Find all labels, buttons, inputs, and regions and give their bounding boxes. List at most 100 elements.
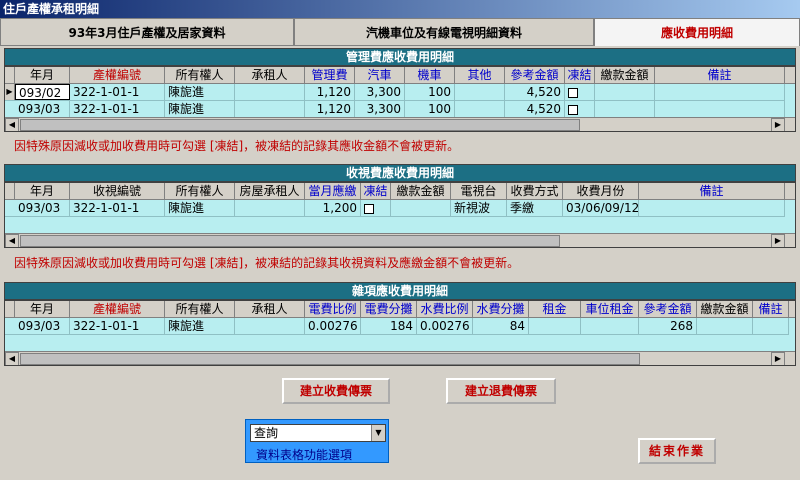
row-selector-header: [5, 67, 15, 84]
cell-paid[interactable]: [595, 101, 655, 117]
cell-months[interactable]: 03/06/09/12: [563, 200, 639, 216]
cell-prent[interactable]: [581, 318, 639, 334]
cell-car[interactable]: 3,300: [355, 84, 405, 100]
cell-owner[interactable]: 陳旎進: [165, 101, 235, 117]
col-header-car: 汽車: [355, 67, 405, 84]
cell-memo[interactable]: [655, 101, 785, 117]
cell-id[interactable]: 322-1-01-1: [70, 101, 165, 117]
col-header-wratio: 水費比例: [417, 301, 473, 318]
col-header-paid: 繳款金額: [595, 67, 655, 84]
cell-memo[interactable]: [639, 200, 785, 216]
col-header-due: 當月應繳: [305, 183, 361, 200]
col-header-ym: 年月: [15, 183, 70, 200]
scroll-right-icon[interactable]: ▶: [771, 352, 785, 365]
cell-id[interactable]: 322-1-01-1: [70, 318, 165, 334]
scroll-right-icon[interactable]: ▶: [771, 234, 785, 247]
scroll-thumb[interactable]: [20, 119, 580, 131]
col-header-eratio: 電費比例: [305, 301, 361, 318]
vscroll-top[interactable]: [785, 183, 795, 200]
cell-memo[interactable]: [753, 318, 789, 334]
col-header-id: 收視編號: [70, 183, 165, 200]
cell-due[interactable]: 1,200: [305, 200, 361, 216]
tv-grid[interactable]: 年月 收視編號 所有權人 房屋承租人 當月應繳 凍結 繳款金額 電視台 收費方式…: [4, 182, 796, 248]
cell-owner[interactable]: 陳旎進: [165, 318, 235, 334]
tab-parking-cable[interactable]: 汽機車位及有線電視明細資料: [294, 18, 594, 46]
col-header-eshare: 電費分攤: [361, 301, 417, 318]
col-header-memo: 備註: [639, 183, 785, 200]
freeze-checkbox[interactable]: [361, 200, 391, 216]
scroll-right-icon[interactable]: ▶: [771, 118, 785, 131]
cell-moto[interactable]: 100: [405, 84, 455, 100]
col-header-memo: 備註: [655, 67, 785, 84]
cell-station[interactable]: 新視波: [451, 200, 507, 216]
col-header-paid: 繳款金額: [697, 301, 753, 318]
col-header-rent: 租金: [529, 301, 581, 318]
mgmt-grid[interactable]: 年月 產權編號 所有權人 承租人 管理費 汽車 機車 其他 參考金額 凍結 繳款…: [4, 66, 796, 132]
cell-paid[interactable]: [391, 200, 451, 216]
freeze-checkbox[interactable]: [565, 101, 595, 117]
col-header-freeze: 凍結: [361, 183, 391, 200]
cell-memo[interactable]: [655, 84, 785, 100]
scroll-thumb[interactable]: [20, 235, 560, 247]
tab-residence[interactable]: 93年3月住戶產權及居家資料: [0, 18, 294, 46]
cell-tenant[interactable]: [235, 101, 305, 117]
cell-fee[interactable]: 1,120: [305, 101, 355, 117]
col-header-id: 產權編號: [70, 301, 165, 318]
cell-ym[interactable]: 093/02: [15, 84, 70, 100]
scroll-thumb[interactable]: [20, 353, 640, 365]
cell-method[interactable]: 季繳: [507, 200, 563, 216]
cell-eshare[interactable]: 184: [361, 318, 417, 334]
scroll-left-icon[interactable]: ◀: [5, 118, 19, 131]
col-header-ref: 參考金額: [639, 301, 697, 318]
vscroll-top[interactable]: [789, 301, 795, 318]
cell-id[interactable]: 322-1-01-1: [70, 84, 165, 100]
grid-function-select[interactable]: 查詢 ▼: [250, 424, 386, 442]
cell-tenant[interactable]: [235, 318, 305, 334]
close-button[interactable]: 結束作業: [638, 438, 716, 464]
cell-wratio[interactable]: 0.00276: [417, 318, 473, 334]
freeze-checkbox[interactable]: [565, 84, 595, 100]
scroll-left-icon[interactable]: ◀: [5, 234, 19, 247]
vscroll-top[interactable]: [785, 67, 795, 84]
cell-ref[interactable]: 268: [639, 318, 697, 334]
col-header-owner: 所有權人: [165, 301, 235, 318]
cell-tenant[interactable]: [235, 84, 305, 100]
chevron-down-icon[interactable]: ▼: [371, 425, 385, 441]
cell-other[interactable]: [455, 101, 505, 117]
scroll-left-icon[interactable]: ◀: [5, 352, 19, 365]
cell-eratio[interactable]: 0.00276: [305, 318, 361, 334]
cell-fee[interactable]: 1,120: [305, 84, 355, 100]
cell-ym[interactable]: 093/03: [15, 318, 70, 334]
tv-freeze-note: 因特殊原因減收或加收費用時可勾選 [凍結]，被凍結的記錄其收視資料及應繳金額不會…: [14, 256, 520, 270]
cell-owner[interactable]: 陳旎進: [165, 84, 235, 100]
cell-car[interactable]: 3,300: [355, 101, 405, 117]
cell-ym[interactable]: 093/03: [15, 200, 70, 216]
cell-wshare[interactable]: 84: [473, 318, 529, 334]
misc-grid[interactable]: 年月 產權編號 所有權人 承租人 電費比例 電費分攤 水費比例 水費分攤 租金 …: [4, 300, 796, 366]
cell-rent[interactable]: [529, 318, 581, 334]
cell-paid[interactable]: [697, 318, 753, 334]
cell-other[interactable]: [455, 84, 505, 100]
col-header-ym: 年月: [15, 67, 70, 84]
mgmt-freeze-note: 因特殊原因減收或加收費用時可勾選 [凍結]，被凍結的記錄其應收金額不會被更新。: [14, 139, 460, 153]
cell-owner[interactable]: 陳旎進: [165, 200, 235, 216]
col-header-memo: 備註: [753, 301, 789, 318]
tab-receivables[interactable]: 應收費用明細: [594, 18, 800, 46]
cell-ym[interactable]: 093/03: [15, 101, 70, 117]
cell-moto[interactable]: 100: [405, 101, 455, 117]
cell-ref[interactable]: 4,520: [505, 84, 565, 100]
create-receipt-button[interactable]: 建立收費傳票: [282, 378, 390, 404]
horizontal-scrollbar[interactable]: ◀ ▶: [5, 233, 795, 247]
row-divider: [5, 216, 785, 217]
tab-bar: 93年3月住戶產權及居家資料 汽機車位及有線電視明細資料 應收費用明細: [0, 18, 800, 46]
cell-id[interactable]: 322-1-01-1: [70, 200, 165, 216]
cell-tenant[interactable]: [235, 200, 305, 216]
col-header-other: 其他: [455, 67, 505, 84]
col-header-fee: 管理費: [305, 67, 355, 84]
create-refund-button[interactable]: 建立退費傳票: [446, 378, 556, 404]
cell-paid[interactable]: [595, 84, 655, 100]
horizontal-scrollbar[interactable]: ◀ ▶: [5, 117, 795, 131]
cell-ref[interactable]: 4,520: [505, 101, 565, 117]
col-header-freeze: 凍結: [565, 67, 595, 84]
horizontal-scrollbar[interactable]: ◀ ▶: [5, 351, 795, 365]
